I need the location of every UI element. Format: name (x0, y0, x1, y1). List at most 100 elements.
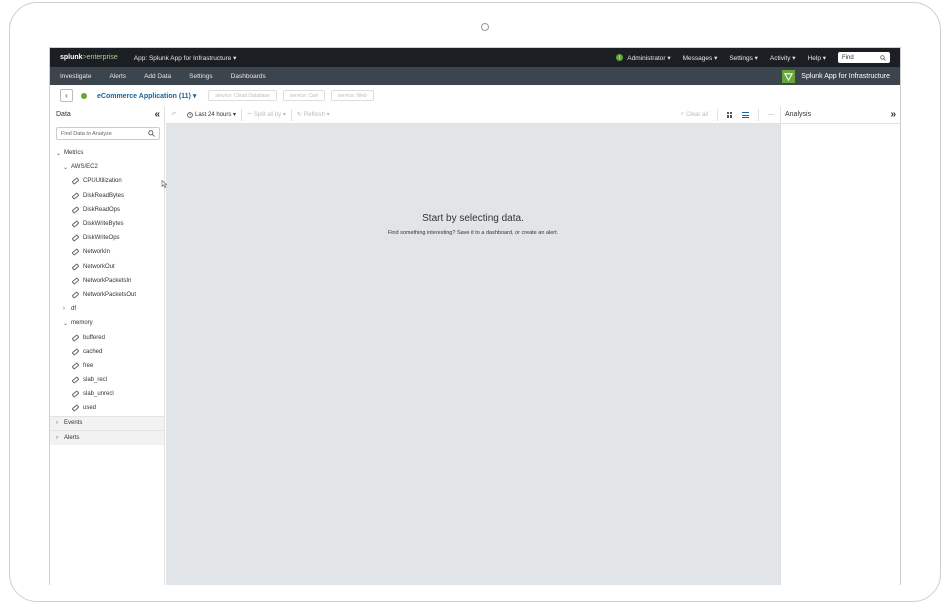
empty-state-title: Start by selecting data. (422, 213, 524, 224)
nav-item-add-data[interactable]: Add Data (144, 73, 171, 80)
metric-label: used (83, 405, 97, 412)
metric-item[interactable]: DiskWriteBytes (50, 217, 164, 231)
chevron-down-icon: ⌄ (63, 320, 69, 327)
data-sidebar: Data « Find Data to Analyze ⌄ Metrics ⌄ AW… (50, 106, 165, 585)
metric-label: DiskWriteOps (83, 235, 120, 242)
metric-label: DiskWriteBytes (83, 221, 124, 228)
settings-menu[interactable]: Settings ▾ (729, 54, 758, 62)
metric-label: buffered (83, 334, 105, 341)
toolbar-divider (758, 108, 759, 121)
split-by-label: Split all by ▾ (253, 112, 286, 118)
metric-item[interactable]: slab_unrecl (50, 387, 164, 401)
more-options-icon[interactable]: ··· (768, 112, 774, 118)
splunk-logo[interactable]: splunk>enterprise (60, 54, 118, 61)
filter-pill[interactable]: service: Web (330, 90, 374, 101)
refresh-button[interactable]: ↻ Refresh ▾ (292, 109, 335, 121)
metric-item[interactable]: NetworkPacketsOut (50, 288, 164, 302)
mouse-cursor-icon (161, 180, 167, 188)
nav-item-dashboards[interactable]: Dashboards (231, 73, 266, 80)
analysis-panel: Analysis » (780, 106, 900, 585)
clear-icon: ⌕ (680, 111, 684, 117)
messages-menu[interactable]: Messages ▾ (683, 54, 718, 62)
split-icon: ⤙ (247, 111, 252, 117)
tree-label: Events (64, 420, 83, 427)
metric-label: NetworkIn (83, 249, 111, 256)
entity-bar: ‹ eCommerce Application (11) ▾ service: … (50, 85, 900, 106)
tag-icon (71, 191, 80, 200)
app-title-text: Splunk App for Infrastructure (801, 72, 890, 80)
tag-icon (71, 220, 80, 228)
analysis-title: Analysis (785, 111, 812, 118)
splunk-top-bar: splunk>enterprise App: Splunk App for In… (50, 48, 900, 67)
back-chevron-icon: ‹ (65, 91, 68, 100)
filter-pill[interactable]: service: Cart (282, 90, 325, 101)
metric-item[interactable]: free (50, 359, 164, 373)
expand-right-icon[interactable]: » (890, 109, 896, 120)
metric-label: NetworkOut (83, 263, 115, 270)
tag-icon (71, 206, 80, 214)
tag-icon (71, 234, 80, 243)
metric-item[interactable]: DiskReadBytes (50, 189, 164, 203)
tag-icon (71, 248, 80, 257)
tag-icon (71, 276, 80, 285)
activity-menu[interactable]: Activity ▾ (770, 54, 796, 62)
search-icon (148, 130, 155, 137)
list-view-icon[interactable] (742, 111, 749, 118)
undo-button[interactable]: ↶ (166, 111, 182, 118)
tag-icon (71, 390, 80, 399)
grid-view-icon[interactable] (727, 111, 733, 118)
nav-item-alerts[interactable]: Alerts (109, 73, 126, 80)
refresh-label: Refresh ▾ (303, 112, 330, 118)
app-window: splunk>enterprise App: Splunk App for In… (49, 47, 901, 585)
tag-icon (71, 291, 80, 299)
time-range-picker[interactable]: Last 24 hours ▾ (182, 108, 243, 121)
metric-item[interactable]: NetworkPacketsIn (50, 274, 164, 288)
tree-label: Alerts (64, 434, 80, 441)
metric-label: NetworkPacketsIn (83, 277, 132, 284)
group-selector[interactable]: eCommerce Application (11) ▾ (97, 92, 196, 100)
metric-item[interactable]: cached (50, 345, 164, 359)
camera-icon (481, 23, 489, 31)
logo-text: splunk (60, 54, 83, 61)
metric-item[interactable]: DiskWriteOps (50, 231, 164, 245)
metric-item[interactable]: used (50, 401, 164, 415)
tree-node-memory[interactable]: ⌄ memory (50, 316, 164, 330)
nav-item-settings[interactable]: Settings (189, 73, 213, 80)
admin-menu[interactable]: i Administrator ▾ (616, 54, 671, 62)
metric-item[interactable]: buffered (50, 330, 164, 344)
tree-node-events[interactable]: › Events (50, 415, 164, 431)
split-by-button[interactable]: ⤙ Split all by ▾ (242, 108, 292, 121)
back-button[interactable]: ‹ (60, 89, 73, 102)
tag-icon (71, 333, 80, 342)
nav-item-investigate[interactable]: Investigate (60, 73, 91, 80)
tree-label: AWS/EC2 (71, 164, 98, 171)
metric-item[interactable]: CPUUtilization (50, 174, 164, 188)
tag-icon (71, 347, 80, 356)
sidebar-header: Data « (50, 106, 164, 122)
metric-item[interactable]: NetworkOut (50, 260, 164, 274)
app-title: Splunk App for Infrastructure (782, 69, 890, 83)
metric-item[interactable]: NetworkIn (50, 245, 164, 259)
toolbar-right: ⌕ Clear all ··· (681, 108, 774, 121)
tree-node-metrics[interactable]: ⌄ Metrics (50, 146, 164, 160)
metric-label: free (83, 362, 94, 369)
metric-item[interactable]: DiskReadOps (50, 203, 164, 217)
tree-node-alerts[interactable]: › Alerts (50, 430, 164, 445)
tree-node-df[interactable]: › df (50, 302, 164, 316)
help-menu[interactable]: Help ▾ (808, 54, 826, 62)
app-menu[interactable]: App: Splunk App for Infrastructure ▾ (134, 54, 237, 62)
clear-all-button[interactable]: ⌕ Clear all (681, 111, 708, 118)
sidebar-title: Data (56, 110, 71, 118)
metric-item[interactable]: slab_recl (50, 373, 164, 387)
chevron-right-icon: › (56, 420, 58, 427)
refresh-icon: ↻ (296, 112, 302, 118)
workspace-toolbar: ↶ Last 24 hours ▾ ⤙ Split all by ▾ ↻ Ref… (166, 106, 780, 124)
tree-node-aws-ec2[interactable]: ⌄ AWS/EC2 (50, 160, 164, 174)
filter-pill[interactable]: service: Cloud Database (208, 90, 277, 101)
data-search-input[interactable]: Find Data to Analyze (56, 127, 160, 140)
chevron-right-icon: › (63, 306, 65, 313)
analysis-header: Analysis » (781, 106, 900, 124)
find-input[interactable]: Find (838, 52, 890, 63)
collapse-left-icon[interactable]: « (154, 109, 160, 120)
chevron-down-icon: ⌄ (56, 150, 62, 157)
